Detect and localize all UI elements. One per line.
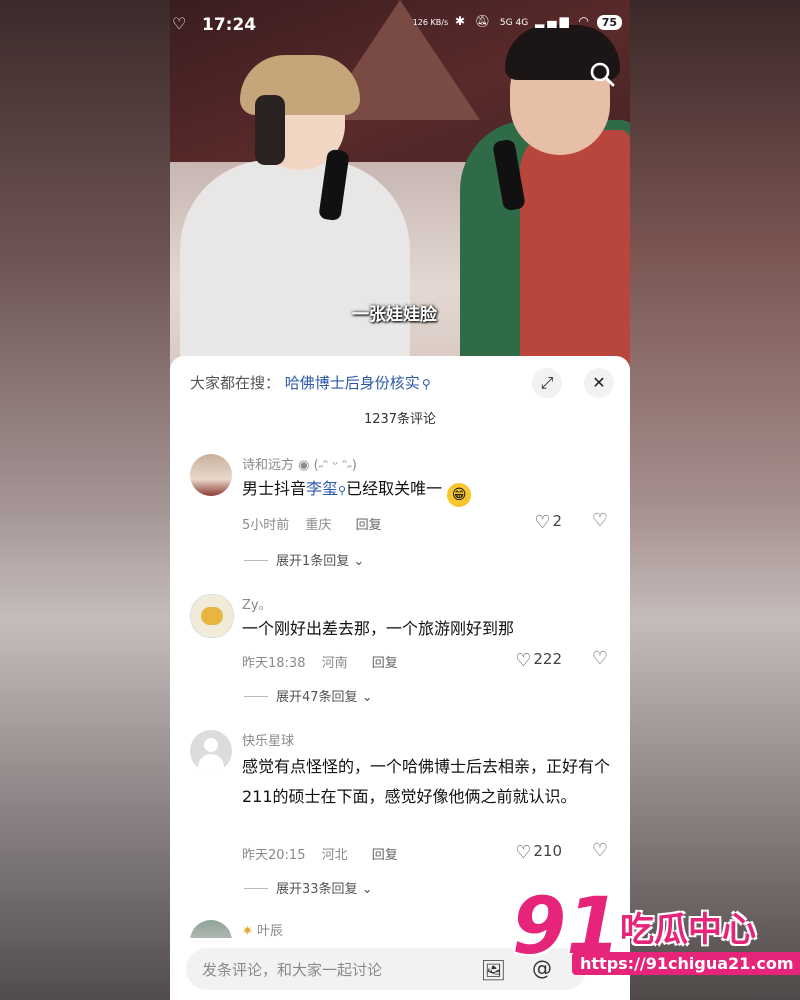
bluetooth-icon: ✱ bbox=[454, 14, 469, 28]
expand-replies-label: 展开47条回复 bbox=[276, 690, 358, 705]
comment-time: 5小时前 bbox=[242, 518, 290, 533]
search-small-icon: ⚲ bbox=[338, 484, 347, 497]
expand-replies-label: 展开1条回复 bbox=[276, 554, 350, 569]
comment-time: 昨天18:38 bbox=[242, 656, 306, 671]
like-count: 210 bbox=[533, 842, 562, 860]
close-icon: ✕ bbox=[592, 373, 606, 392]
video-caption: 一张娃娃脸 bbox=[352, 305, 437, 325]
image-icon[interactable]: 🖼︎ bbox=[481, 958, 506, 982]
comment-content: 男士抖音李玺⚲已经取关唯一 😁 bbox=[242, 474, 612, 507]
heart-outline-icon: ♡ bbox=[515, 650, 532, 671]
phone-screen: 一张娃娃脸 ♡ 17:24 126 KB/s ✱ 🔕︎ 5G 4G ▂▄▆ ◠ … bbox=[170, 0, 630, 1000]
avatar[interactable] bbox=[190, 454, 232, 496]
chevron-down-icon: ⌄ bbox=[361, 690, 373, 705]
close-button[interactable]: ✕ bbox=[584, 368, 614, 398]
divider bbox=[244, 696, 268, 697]
comment-location: 河南 bbox=[321, 656, 348, 671]
mute-icon: 🔕︎ bbox=[474, 14, 494, 28]
dislike-button[interactable]: ♡ bbox=[592, 510, 608, 531]
like-count: 222 bbox=[533, 650, 562, 668]
trending-prefix: 大家都在搜： bbox=[190, 374, 281, 392]
broken-heart-icon: ♡ bbox=[591, 840, 608, 861]
avatar[interactable] bbox=[190, 594, 234, 638]
comment-username[interactable]: 诗和远方 ◉ (˶ᵔ ᵕ ᵔ˶) bbox=[242, 454, 357, 473]
heart-outline-icon: ♡ bbox=[515, 842, 532, 863]
chevron-down-icon: ⌄ bbox=[353, 554, 365, 569]
comment-location: 重庆 bbox=[305, 518, 332, 533]
comment-username[interactable]: ✷ 叶辰 bbox=[242, 920, 283, 939]
trending-search[interactable]: 大家都在搜： 哈佛博士后身份核实 ⚲ bbox=[190, 372, 431, 393]
search-small-icon: ⚲ bbox=[421, 377, 431, 391]
comment-username[interactable]: 快乐星球 bbox=[242, 730, 294, 749]
search-icon bbox=[590, 62, 615, 87]
comment-time: 昨天20:15 bbox=[242, 848, 306, 863]
signal-label: 5G 4G bbox=[499, 18, 529, 28]
heart-outline-icon: ♡ bbox=[172, 14, 187, 33]
expand-replies[interactable]: 展开1条回复 ⌄ bbox=[244, 550, 364, 569]
like-button[interactable]: ♡ 210 bbox=[515, 842, 562, 863]
divider bbox=[244, 560, 268, 561]
video-player[interactable]: 一张娃娃脸 ♡ 17:24 126 KB/s ✱ 🔕︎ 5G 4G ▂▄▆ ◠ … bbox=[170, 0, 630, 372]
comment-count: 1237条评论 bbox=[363, 412, 437, 427]
mention-link[interactable]: 李玺 bbox=[306, 479, 338, 498]
dislike-button[interactable]: ♡ bbox=[592, 840, 608, 861]
chevron-down-icon: ⌄ bbox=[361, 882, 373, 897]
background-left bbox=[0, 0, 170, 1000]
divider bbox=[244, 888, 268, 889]
broken-heart-icon: ♡ bbox=[591, 648, 608, 669]
wifi-icon: ◠ bbox=[578, 14, 592, 28]
broken-heart-icon: ♡ bbox=[591, 510, 608, 531]
comment-content: 一个刚好出差去那，一个旅游刚好到那 bbox=[242, 619, 515, 638]
search-button[interactable] bbox=[588, 60, 616, 88]
comment-content: 感觉有点怪怪的，一个哈佛博士后去相亲，正好有个211的硕士在下面，感觉好像他俩之… bbox=[242, 757, 611, 806]
signal-bars-icon: ▂▄▆ bbox=[535, 14, 572, 28]
comment-meta: 昨天18:38 河南 回复 bbox=[242, 652, 410, 671]
performer-right-sleeve bbox=[520, 130, 630, 372]
status-bar: ♡ 17:24 126 KB/s ✱ 🔕︎ 5G 4G ▂▄▆ ◠ 75 bbox=[170, 0, 630, 50]
performer-left bbox=[180, 160, 410, 372]
watermark-name: 吃瓜中心 bbox=[620, 910, 756, 950]
username-badge-icon: ◉ bbox=[298, 458, 310, 473]
like-button[interactable]: ♡ 2 bbox=[534, 512, 562, 533]
watermark-url: https://91chigua21.com bbox=[572, 952, 800, 975]
content-text: 已经取关唯一 bbox=[346, 479, 443, 498]
avatar[interactable] bbox=[190, 730, 232, 772]
comment-location: 河北 bbox=[321, 848, 348, 863]
content-text: 男士抖音 bbox=[242, 479, 307, 498]
expand-icon: ⤢ bbox=[540, 373, 554, 392]
trending-query-link[interactable]: 哈佛博士后身份核实 bbox=[285, 374, 420, 392]
default-avatar-icon bbox=[204, 738, 218, 752]
username-suffix: (˶ᵔ ᵕ ᵔ˶) bbox=[313, 458, 357, 473]
performer-left-hair bbox=[255, 95, 285, 165]
username-text: 叶辰 bbox=[257, 924, 284, 939]
like-button[interactable]: ♡ 222 bbox=[515, 650, 562, 671]
status-time: 17:24 bbox=[202, 15, 257, 35]
expand-replies-label: 展开33条回复 bbox=[276, 882, 358, 897]
comment-input[interactable] bbox=[200, 956, 464, 984]
comment-username[interactable]: Zy。 bbox=[242, 594, 272, 613]
comment-meta: 昨天20:15 河北 回复 bbox=[242, 844, 410, 863]
like-count: 2 bbox=[552, 512, 562, 530]
dislike-button[interactable]: ♡ bbox=[592, 648, 608, 669]
duck-icon bbox=[201, 607, 223, 625]
net-speed: 126 KB/s bbox=[412, 18, 449, 27]
status-icons: 126 KB/s ✱ 🔕︎ 5G 4G ▂▄▆ ◠ bbox=[413, 14, 592, 28]
expand-replies[interactable]: 展开33条回复 ⌄ bbox=[244, 878, 373, 897]
expand-replies[interactable]: 展开47条回复 ⌄ bbox=[244, 686, 373, 705]
username-text: 诗和远方 bbox=[242, 458, 295, 473]
crown-icon: ✷ bbox=[242, 924, 253, 939]
watermark-logo: 91 吃瓜中心 https://91chigua21.com bbox=[512, 882, 800, 982]
reply-button[interactable]: 回复 bbox=[372, 848, 398, 863]
background-right bbox=[630, 0, 800, 1000]
grin-emoji-icon: 😁 bbox=[447, 483, 472, 507]
heart-outline-icon: ♡ bbox=[534, 512, 551, 533]
default-avatar-body bbox=[198, 754, 224, 772]
reply-button[interactable]: 回复 bbox=[372, 656, 398, 671]
battery-badge: 75 bbox=[596, 15, 622, 30]
comment-meta: 5小时前 重庆 回复 bbox=[242, 514, 394, 533]
expand-button[interactable]: ⤢ bbox=[532, 368, 562, 398]
reply-button[interactable]: 回复 bbox=[356, 518, 382, 533]
